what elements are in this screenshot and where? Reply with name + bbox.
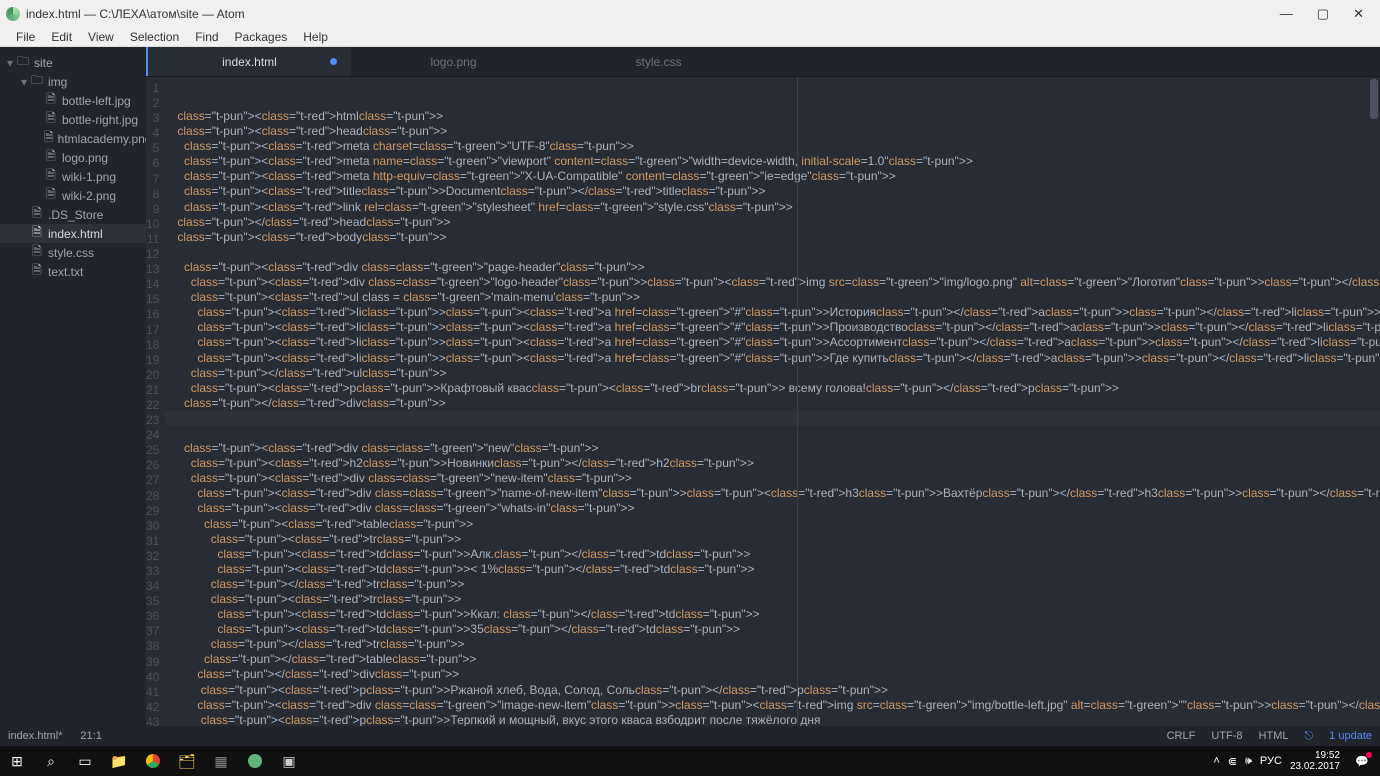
tree-item[interactable]: 🗎logo.png: [0, 148, 146, 167]
file-icon: 🗎: [30, 242, 44, 263]
folder-icon: 🗀: [30, 71, 44, 92]
menu-selection[interactable]: Selection: [124, 30, 185, 44]
tray-clock[interactable]: 19:52 23.02.2017: [1290, 750, 1340, 772]
tree-item[interactable]: 🗎wiki-2.png: [0, 186, 146, 205]
start-button[interactable]: ⊞: [0, 746, 34, 776]
window-controls: — ▢ ✕: [1280, 6, 1380, 22]
menu-packages[interactable]: Packages: [229, 30, 294, 44]
file-icon: 🗎: [44, 185, 58, 206]
close-button[interactable]: ✕: [1353, 6, 1364, 22]
tree-label: img: [48, 75, 67, 89]
status-eol[interactable]: CRLF: [1167, 730, 1196, 742]
tab-index-html[interactable]: index.html: [146, 47, 351, 76]
window-titlebar: index.html — C:\ЛЕХА\атом\site — Atom — …: [0, 0, 1380, 27]
code-content[interactable]: class="t-pun"><class="t-red">htmlclass="…: [165, 77, 1380, 726]
editor-body[interactable]: 1234567891011121314151617181920212223242…: [146, 77, 1380, 726]
taskbar-app[interactable]: 📁: [102, 746, 136, 776]
windows-taskbar: ⊞ ⌕ ▭ 📁 🗂 ▦ ▣ ˄ ⋐ 🕪 РУС 19:52 23.02.2017…: [0, 746, 1380, 776]
status-cursor-pos[interactable]: 21:1: [80, 730, 101, 742]
file-icon: 🗎: [44, 90, 58, 111]
search-icon[interactable]: ⌕: [34, 746, 68, 776]
maximize-button[interactable]: ▢: [1317, 6, 1329, 22]
vertical-scrollbar[interactable]: [1368, 77, 1380, 726]
squirrel-icon[interactable]: ⎋: [1304, 730, 1313, 743]
menu-edit[interactable]: Edit: [45, 30, 78, 44]
tab-label: style.css: [635, 55, 681, 69]
minimize-button[interactable]: —: [1280, 6, 1293, 22]
tree-item[interactable]: 🗎htmlacademy.png: [0, 129, 146, 148]
tab-logo-png[interactable]: logo.png: [351, 47, 556, 76]
file-icon: 🗎: [30, 223, 44, 244]
status-updates[interactable]: 1 update: [1329, 730, 1372, 742]
taskbar-app-atom[interactable]: [238, 746, 272, 776]
folder-icon: 🗀: [16, 52, 30, 73]
chevron-down-icon: ▾: [18, 75, 30, 89]
tree-item[interactable]: 🗎.DS_Store: [0, 205, 146, 224]
tray-language[interactable]: РУС: [1260, 755, 1282, 767]
tab-style-css[interactable]: style.css: [556, 47, 761, 76]
file-icon: 🗎: [44, 166, 58, 187]
status-file[interactable]: index.html*: [8, 730, 62, 742]
file-icon: 🗎: [44, 147, 58, 168]
tray-wifi-icon[interactable]: ⋐: [1228, 755, 1237, 768]
modified-dot-icon: [330, 58, 337, 65]
atom-logo-icon: [6, 7, 20, 21]
tree-item[interactable]: 🗎text.txt: [0, 262, 146, 281]
editor-area: index.html logo.png style.css 1234567891…: [146, 47, 1380, 726]
workspace: ▾ 🗀 site ▾ 🗀 img 🗎bottle-left.jpg 🗎bottl…: [0, 47, 1380, 726]
tab-bar: index.html logo.png style.css: [146, 47, 1380, 77]
file-icon: 🗎: [44, 128, 54, 149]
app-menubar: File Edit View Selection Find Packages H…: [0, 27, 1380, 47]
taskbar-app-explorer[interactable]: 🗂: [170, 746, 204, 776]
file-icon: 🗎: [30, 204, 44, 225]
menu-find[interactable]: Find: [189, 30, 224, 44]
notification-center-icon[interactable]: 💬: [1348, 746, 1376, 776]
scrollbar-thumb[interactable]: [1370, 79, 1378, 119]
tab-label: index.html: [222, 55, 277, 69]
taskbar-app-chrome[interactable]: [136, 746, 170, 776]
wrap-guide: [797, 77, 798, 726]
taskbar-app-terminal[interactable]: ▣: [272, 746, 306, 776]
tree-item[interactable]: 🗎bottle-right.jpg: [0, 110, 146, 129]
tree-item[interactable]: 🗎wiki-1.png: [0, 167, 146, 186]
chevron-down-icon: ▾: [4, 56, 16, 70]
menu-view[interactable]: View: [82, 30, 120, 44]
file-tree[interactable]: ▾ 🗀 site ▾ 🗀 img 🗎bottle-left.jpg 🗎bottl…: [0, 47, 146, 726]
menu-help[interactable]: Help: [297, 30, 334, 44]
taskbar-app[interactable]: ▦: [204, 746, 238, 776]
window-title: index.html — C:\ЛЕХА\атом\site — Atom: [26, 7, 245, 21]
file-icon: 🗎: [44, 109, 58, 130]
tray-sound-icon[interactable]: 🕪: [1245, 755, 1252, 768]
status-bar: index.html* 21:1 CRLF UTF-8 HTML ⎋ 1 upd…: [0, 726, 1380, 746]
status-language[interactable]: HTML: [1259, 730, 1289, 742]
system-tray: ˄ ⋐ 🕪 РУС 19:52 23.02.2017 💬: [1213, 746, 1380, 776]
tree-root[interactable]: ▾ 🗀 site: [0, 53, 146, 72]
file-icon: 🗎: [30, 261, 44, 282]
tree-label: site: [34, 56, 53, 70]
status-encoding[interactable]: UTF-8: [1211, 730, 1242, 742]
tree-item[interactable]: 🗎bottle-left.jpg: [0, 91, 146, 110]
tree-folder-img[interactable]: ▾ 🗀 img: [0, 72, 146, 91]
line-gutter: 1234567891011121314151617181920212223242…: [146, 77, 165, 726]
task-view-icon[interactable]: ▭: [68, 746, 102, 776]
tree-item-selected[interactable]: 🗎index.html: [0, 224, 146, 243]
menu-file[interactable]: File: [10, 30, 41, 44]
tree-item[interactable]: 🗎style.css: [0, 243, 146, 262]
tray-chevron-up-icon[interactable]: ˄: [1213, 755, 1219, 767]
tab-label: logo.png: [430, 55, 476, 69]
